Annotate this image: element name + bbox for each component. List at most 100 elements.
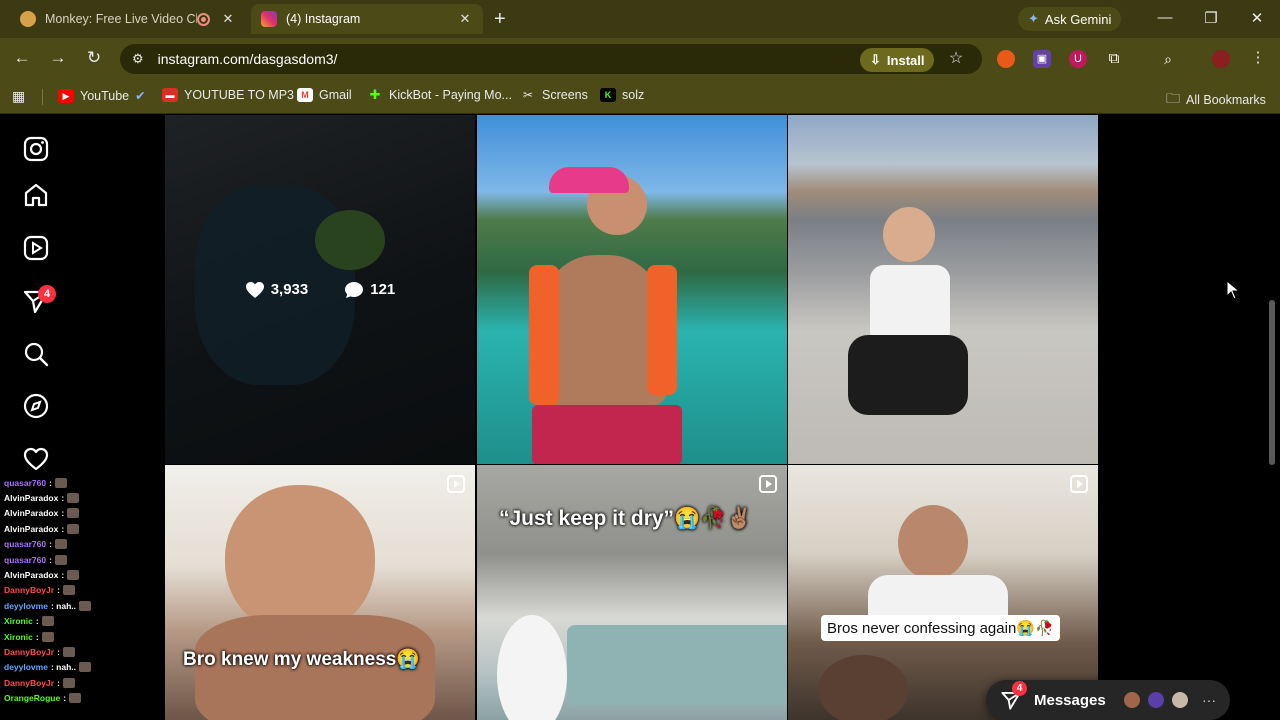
bookmark-youtube-to-mp3[interactable]: ▬ YOUTUBE TO MP3 bbox=[162, 88, 294, 102]
chat-username: AlvinParadox bbox=[4, 493, 59, 504]
browser-tab-strip: Monkey: Free Live Video Ch ✕ (4) Instagr… bbox=[0, 0, 1280, 38]
chat-text: : bbox=[49, 477, 52, 488]
bookmark-star-icon[interactable]: ☆ bbox=[945, 48, 967, 68]
chat-message: DannyBoyJr: bbox=[0, 583, 120, 598]
bookmark-youtube[interactable]: ▶ YouTube ✔ bbox=[58, 88, 146, 103]
shorts-shape bbox=[532, 405, 682, 464]
bathtub-shape bbox=[567, 625, 787, 705]
apps-grid-icon[interactable]: ▦ bbox=[12, 88, 25, 105]
bookmark-label: KickBot - Paying Mo... bbox=[389, 88, 512, 102]
reel-tile[interactable]: Bro knew my weakness😭 bbox=[165, 465, 475, 720]
reel-tile[interactable]: “Just keep it dry”😭🥀✌🏽 bbox=[477, 465, 787, 720]
chat-emote-icon bbox=[62, 677, 75, 688]
chat-message: DannyBoyJr: bbox=[0, 644, 120, 659]
instagram-logo-icon[interactable] bbox=[22, 135, 50, 163]
forward-icon[interactable]: → bbox=[47, 48, 69, 68]
chat-username: AlvinParadox bbox=[4, 508, 59, 519]
post-tile[interactable]: 3,933 121 bbox=[165, 115, 475, 464]
explore-compass-icon[interactable] bbox=[22, 392, 50, 420]
chat-username: AlvinParadox bbox=[4, 523, 59, 534]
chat-message: DannyBoyJr: bbox=[0, 675, 120, 690]
home-icon[interactable] bbox=[22, 181, 50, 209]
chat-emote-icon bbox=[67, 570, 80, 581]
chat-message: OrangeRogue: bbox=[0, 690, 120, 705]
post-tile[interactable] bbox=[477, 115, 787, 464]
chat-emote-icon bbox=[41, 616, 54, 627]
chat-emote-icon bbox=[54, 539, 67, 550]
posts-grid: 3,933 121 Bro knew my weakness😭 “Just ke… bbox=[165, 115, 1099, 720]
reels-icon[interactable] bbox=[22, 234, 50, 262]
verified-check-icon: ✔ bbox=[135, 89, 146, 103]
figure-shape bbox=[883, 207, 935, 262]
chat-emote-icon bbox=[62, 585, 75, 596]
life-vest-shape bbox=[529, 265, 559, 405]
messages-button[interactable]: 4 Messages ··· bbox=[986, 680, 1230, 720]
more-dots-icon: ··· bbox=[1202, 692, 1216, 708]
messages-label: Messages bbox=[1034, 691, 1106, 709]
likes-count: 3,933 bbox=[270, 281, 309, 298]
likes-stat: 3,933 bbox=[245, 280, 309, 300]
bookmark-solz[interactable]: K solz bbox=[600, 88, 644, 102]
all-bookmarks-button[interactable]: 🗀 All Bookmarks bbox=[1166, 88, 1266, 112]
chat-username: quasar760 bbox=[4, 554, 47, 565]
chat-message: deyylovme: nah.. bbox=[0, 660, 120, 675]
chat-message: Xironic: bbox=[0, 629, 120, 644]
scrollbar-thumb[interactable] bbox=[1269, 300, 1275, 465]
chat-message: quasar760: bbox=[0, 475, 120, 490]
bookmark-gmail[interactable]: M Gmail bbox=[297, 88, 352, 102]
life-vest-shape bbox=[647, 265, 677, 395]
comments-count: 121 bbox=[370, 281, 396, 298]
tab-instagram[interactable]: (4) Instagram ✕ bbox=[251, 4, 483, 34]
close-tab-icon[interactable]: ✕ bbox=[220, 11, 236, 27]
reload-icon[interactable]: ↻ bbox=[83, 48, 105, 68]
kickbot-icon: ✚ bbox=[369, 87, 381, 102]
ublock-extension-icon[interactable]: U bbox=[1069, 50, 1087, 68]
notifications-heart-icon[interactable] bbox=[22, 445, 50, 473]
chat-text: : bbox=[61, 523, 65, 534]
profile-avatar[interactable] bbox=[1212, 50, 1230, 68]
face-shape bbox=[898, 505, 968, 580]
reel-icon bbox=[447, 475, 465, 493]
new-tab-button[interactable]: + bbox=[494, 8, 506, 31]
stream-chat-overlay: quasar760: AlvinParadox: AlvinParadox: Alvi… bbox=[0, 475, 120, 720]
install-button[interactable]: ⇩ Install bbox=[860, 48, 935, 72]
extension-icon[interactable] bbox=[997, 50, 1015, 68]
twitch-extension-icon[interactable]: ▣ bbox=[1033, 50, 1051, 68]
ask-gemini-button[interactable]: ✦ Ask Gemini bbox=[1018, 7, 1122, 31]
post-tile[interactable] bbox=[788, 115, 1098, 464]
chat-username: DannyBoyJr bbox=[4, 646, 55, 657]
chat-username: deyylovme bbox=[4, 600, 48, 611]
chat-emote-icon bbox=[67, 508, 80, 519]
tab-monkey[interactable]: Monkey: Free Live Video Ch ✕ bbox=[10, 4, 246, 34]
heart-filled-icon bbox=[245, 281, 264, 298]
mouse-cursor-icon bbox=[1226, 280, 1240, 300]
menu-kebab-icon[interactable]: ⋮ bbox=[1247, 48, 1269, 66]
address-bar[interactable]: ⚙ instagram.com/dasgasdom3/ bbox=[120, 44, 982, 74]
page-scrollbar[interactable] bbox=[1268, 115, 1276, 720]
close-tab-icon[interactable]: ✕ bbox=[457, 11, 473, 27]
site-info-icon[interactable]: ⚙ bbox=[132, 51, 144, 67]
close-window-icon[interactable]: ✕ bbox=[1247, 9, 1267, 27]
back-icon[interactable]: ← bbox=[11, 48, 33, 68]
chat-emote-icon bbox=[62, 646, 75, 657]
search-icon[interactable] bbox=[22, 340, 50, 368]
bookmarks-separator bbox=[42, 89, 43, 105]
chat-text: : bbox=[61, 570, 65, 581]
chat-username: DannyBoyJr bbox=[4, 677, 55, 688]
chat-emote-icon bbox=[69, 693, 82, 704]
bookmark-kickbot[interactable]: ✚ KickBot - Paying Mo... bbox=[367, 87, 512, 103]
youtube-icon: ▶ bbox=[58, 88, 74, 103]
chat-text: : bbox=[61, 493, 65, 504]
chat-text: : nah.. bbox=[50, 662, 76, 673]
extensions-puzzle-icon[interactable]: ⧉ bbox=[1105, 50, 1123, 68]
chat-username: Xironic bbox=[4, 631, 33, 642]
toilet-shape bbox=[497, 615, 567, 720]
chat-text: : bbox=[63, 693, 67, 704]
minimize-icon[interactable]: — bbox=[1155, 9, 1175, 26]
restore-icon[interactable]: ❐ bbox=[1201, 9, 1221, 27]
pink-cap-shape bbox=[549, 167, 629, 193]
bookmark-screens[interactable]: ✂ Screens bbox=[520, 88, 588, 102]
pants-shape bbox=[848, 335, 968, 415]
tab-search-icon[interactable]: ⌕ bbox=[1159, 50, 1177, 68]
chat-text: : bbox=[57, 646, 60, 657]
